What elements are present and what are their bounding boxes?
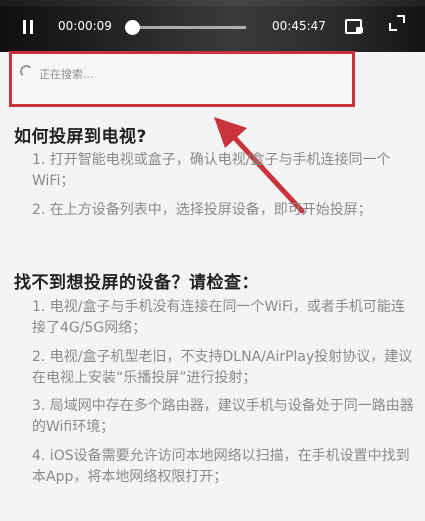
pause-icon[interactable] <box>21 20 35 34</box>
fullscreen-icon[interactable] <box>389 15 405 31</box>
seek-bar[interactable] <box>124 20 246 35</box>
current-time: 00:00:09 <box>58 19 112 33</box>
video-player-bar: 00:00:09 00:45:47 <box>0 0 425 52</box>
troubleshoot-item: 4. iOS设备需要允许访问本地网络以扫描，在手机设置中找到本App，将本地网络… <box>32 448 410 485</box>
seek-knob[interactable] <box>124 20 140 35</box>
troubleshoot-item: 2. 电视/盒子机型老旧，不支持DLNA/AirPlay投射协议，建议在电视上安… <box>32 349 413 386</box>
player-shade <box>0 0 425 6</box>
search-status-text: 正在搜索... <box>39 68 94 81</box>
total-time: 00:45:47 <box>272 19 326 33</box>
loading-spinner-icon <box>20 65 33 78</box>
screen-switch-icon[interactable] <box>345 18 363 34</box>
how-to-cast-heading: 如何投屏到电视? <box>14 127 147 147</box>
instruction-item: 2. 在上方设备列表中，选择投屏设备，即可开始投屏； <box>32 202 372 218</box>
instruction-item: 1. 打开智能电视或盒子，确认电视/盒子与手机连接同一个WiFi； <box>32 152 391 189</box>
troubleshoot-item: 1. 电视/盒子与手机没有连接在同一个WiFi，或者手机可能连接了4G/5G网络… <box>32 299 405 336</box>
troubleshoot-heading: 找不到想投屏的设备？请检查： <box>14 273 259 293</box>
device-search-box: 正在搜索... <box>9 51 355 107</box>
troubleshoot-item: 3. 局域网中存在多个路由器，建议手机与设备处于同一路由器的Wifi环境； <box>32 398 414 435</box>
